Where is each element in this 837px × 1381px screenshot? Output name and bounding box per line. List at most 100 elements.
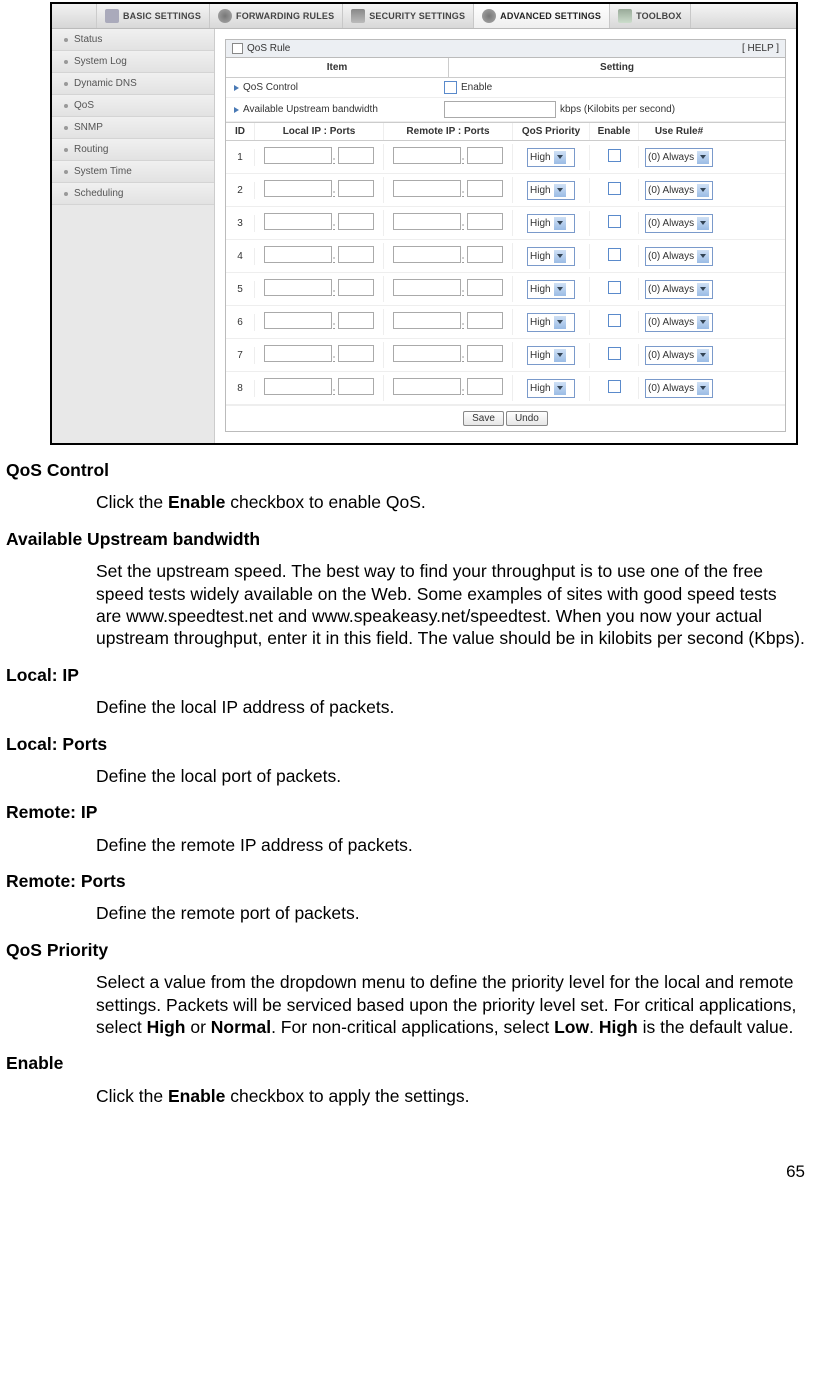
remote-port-input[interactable] xyxy=(467,180,503,197)
use-rule-select[interactable]: (0) Always xyxy=(645,148,713,167)
rule-enable-checkbox[interactable] xyxy=(608,182,621,195)
local-ip-input[interactable] xyxy=(264,246,332,263)
chevron-down-icon xyxy=(697,349,709,362)
local-port-input[interactable] xyxy=(338,312,374,329)
local-ip-input[interactable] xyxy=(264,180,332,197)
sidebar-item-scheduling[interactable]: Scheduling xyxy=(52,183,214,205)
local-port-input[interactable] xyxy=(338,147,374,164)
tab-basic-settings[interactable]: BASIC SETTINGS xyxy=(97,4,210,28)
bandwidth-row: Available Upstream bandwidth kbps (Kilob… xyxy=(226,98,785,122)
enable-cell xyxy=(590,344,639,366)
sidebar-item-system-log[interactable]: System Log xyxy=(52,51,214,73)
remote-ip-input[interactable] xyxy=(393,180,461,197)
tab-advanced-settings[interactable]: ADVANCED SETTINGS xyxy=(474,4,610,28)
sidebar: Status System Log Dynamic DNS QoS SNMP R… xyxy=(52,29,215,443)
local-cell: : xyxy=(255,276,384,302)
remote-ip-input[interactable] xyxy=(393,279,461,296)
local-port-input[interactable] xyxy=(338,246,374,263)
remote-port-input[interactable] xyxy=(467,312,503,329)
rule-enable-checkbox[interactable] xyxy=(608,347,621,360)
triangle-icon xyxy=(234,107,239,113)
remote-ip-input[interactable] xyxy=(393,345,461,362)
save-button[interactable]: Save xyxy=(463,411,504,426)
enable-checkbox[interactable] xyxy=(444,81,457,94)
help-link[interactable]: [ HELP ] xyxy=(742,43,779,54)
remote-ip-input[interactable] xyxy=(393,147,461,164)
priority-select[interactable]: High xyxy=(527,181,575,200)
remote-ip-input[interactable] xyxy=(393,378,461,395)
sidebar-item-system-time[interactable]: System Time xyxy=(52,161,214,183)
priority-select[interactable]: High xyxy=(527,247,575,266)
sidebar-item-label: QoS xyxy=(74,100,94,111)
priority-select[interactable]: High xyxy=(527,214,575,233)
rule-row: 6::High(0) Always xyxy=(226,306,785,339)
use-rule-select[interactable]: (0) Always xyxy=(645,280,713,299)
remote-port-input[interactable] xyxy=(467,279,503,296)
local-ip-input[interactable] xyxy=(264,279,332,296)
local-port-input[interactable] xyxy=(338,180,374,197)
doc-heading: Available Upstream bandwidth xyxy=(6,528,817,550)
sidebar-item-dynamic-dns[interactable]: Dynamic DNS xyxy=(52,73,214,95)
remote-port-input[interactable] xyxy=(467,246,503,263)
local-port-input[interactable] xyxy=(338,378,374,395)
rule-enable-checkbox[interactable] xyxy=(608,149,621,162)
sidebar-item-label: Routing xyxy=(74,144,108,155)
remote-ip-input[interactable] xyxy=(393,213,461,230)
use-rule-cell: (0) Always xyxy=(639,376,719,401)
priority-select[interactable]: High xyxy=(527,346,575,365)
doc-heading: Local: Ports xyxy=(6,733,817,755)
use-rule-select[interactable]: (0) Always xyxy=(645,346,713,365)
sidebar-item-snmp[interactable]: SNMP xyxy=(52,117,214,139)
sidebar-item-qos[interactable]: QoS xyxy=(52,95,214,117)
tab-forwarding-rules[interactable]: FORWARDING RULES xyxy=(210,4,343,28)
priority-select[interactable]: High xyxy=(527,280,575,299)
priority-select[interactable]: High xyxy=(527,379,575,398)
rule-enable-checkbox[interactable] xyxy=(608,380,621,393)
local-ip-input[interactable] xyxy=(264,345,332,362)
use-rule-select[interactable]: (0) Always xyxy=(645,214,713,233)
local-cell: : xyxy=(255,375,384,401)
rule-enable-checkbox[interactable] xyxy=(608,215,621,228)
local-ip-input[interactable] xyxy=(264,312,332,329)
remote-port-input[interactable] xyxy=(467,147,503,164)
priority-select[interactable]: High xyxy=(527,313,575,332)
local-port-input[interactable] xyxy=(338,213,374,230)
tab-toolbox[interactable]: TOOLBOX xyxy=(610,4,691,28)
remote-port-input[interactable] xyxy=(467,213,503,230)
remote-ip-input[interactable] xyxy=(393,312,461,329)
remote-ip-input[interactable] xyxy=(393,246,461,263)
local-ip-input[interactable] xyxy=(264,378,332,395)
rule-enable-checkbox[interactable] xyxy=(608,281,621,294)
use-rule-select[interactable]: (0) Always xyxy=(645,379,713,398)
local-port-input[interactable] xyxy=(338,345,374,362)
remote-port-input[interactable] xyxy=(467,378,503,395)
chevron-down-icon xyxy=(554,217,566,230)
local-cell: : xyxy=(255,210,384,236)
sidebar-item-routing[interactable]: Routing xyxy=(52,139,214,161)
rule-enable-checkbox[interactable] xyxy=(608,314,621,327)
chevron-down-icon xyxy=(554,382,566,395)
undo-button[interactable]: Undo xyxy=(506,411,548,426)
remote-port-input[interactable] xyxy=(467,345,503,362)
rule-id: 5 xyxy=(226,281,255,298)
local-ip-input[interactable] xyxy=(264,147,332,164)
local-ip-input[interactable] xyxy=(264,213,332,230)
local-port-input[interactable] xyxy=(338,279,374,296)
priority-cell: High xyxy=(513,277,590,302)
col-use: Use Rule# xyxy=(639,123,719,140)
bandwidth-input[interactable] xyxy=(444,101,556,118)
local-cell: : xyxy=(255,342,384,368)
local-cell: : xyxy=(255,177,384,203)
qos-rule-panel: QoS Rule [ HELP ] Item Setting QoS Contr… xyxy=(225,39,786,432)
qos-control-row: QoS Control Enable xyxy=(226,78,785,98)
sidebar-item-status[interactable]: Status xyxy=(52,29,214,51)
tab-security-settings[interactable]: SECURITY SETTINGS xyxy=(343,4,474,28)
use-rule-cell: (0) Always xyxy=(639,310,719,335)
use-rule-select[interactable]: (0) Always xyxy=(645,247,713,266)
rule-row: 7::High(0) Always xyxy=(226,339,785,372)
use-rule-select[interactable]: (0) Always xyxy=(645,313,713,332)
rule-row: 8::High(0) Always xyxy=(226,372,785,405)
rule-enable-checkbox[interactable] xyxy=(608,248,621,261)
use-rule-select[interactable]: (0) Always xyxy=(645,181,713,200)
priority-select[interactable]: High xyxy=(527,148,575,167)
